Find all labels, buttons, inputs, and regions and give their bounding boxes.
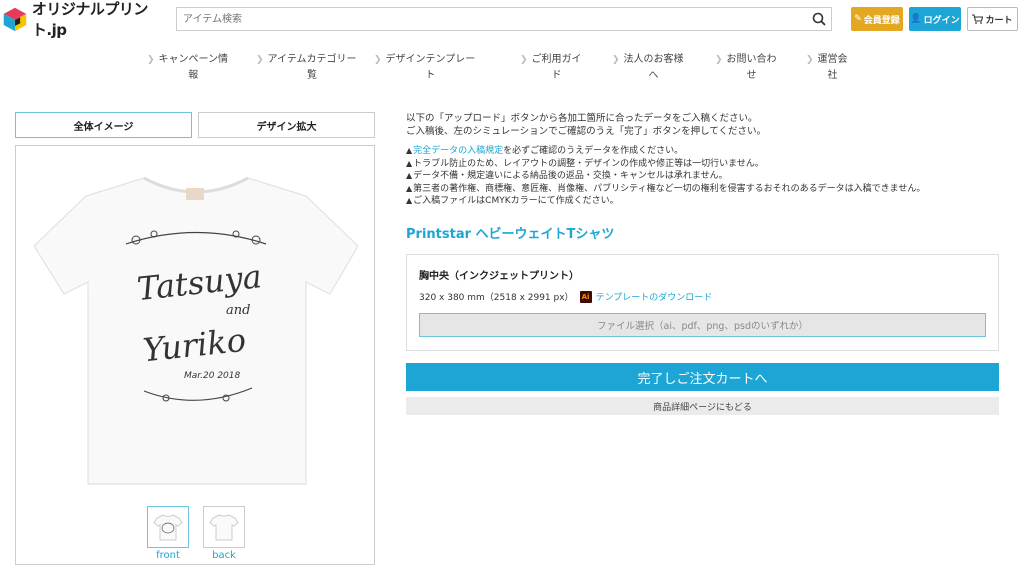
- nav-label: 覧: [307, 70, 318, 81]
- nav-label: 報: [188, 70, 199, 81]
- back-to-product-button[interactable]: 商品詳細ページにもどる: [406, 397, 999, 415]
- template-download-link[interactable]: テンプレートのダウンロード: [596, 290, 713, 303]
- nav-item-category[interactable]: ❯ アイテムカテゴリー覧: [256, 52, 357, 84]
- nav-label: デザインテンプレー: [385, 54, 476, 65]
- complete-order-cart-button[interactable]: 完了しご注文カートへ: [406, 363, 999, 391]
- note-item: ▲データ不備・規定違いによる納品後の返品・交換・キャンセルは承れません。: [406, 170, 925, 183]
- illustrator-icon: Ai: [579, 290, 592, 303]
- cart-button[interactable]: カート: [967, 7, 1018, 31]
- search-input[interactable]: [177, 8, 807, 30]
- nav-label: 法人のお客様: [623, 54, 684, 65]
- chevron-down-icon: ❯: [612, 55, 620, 65]
- warning-icon: ▲: [406, 146, 413, 155]
- chevron-down-icon: ❯: [374, 55, 382, 65]
- thumb-back-label: back: [212, 550, 236, 561]
- warning-icon: ▲: [406, 183, 413, 193]
- print-location-title: 胸中央（インクジェットプリント）: [419, 271, 579, 282]
- note-item: ▲完全データの入稿規定を必ずご確認のうえデータを作成ください。: [406, 145, 925, 158]
- warning-notes: ▲完全データの入稿規定を必ずご確認のうえデータを作成ください。 ▲トラブル防止の…: [406, 145, 925, 208]
- chevron-down-icon: ❯: [147, 55, 155, 65]
- main-nav: ❯ キャンペーン情報 ❯ アイテムカテゴリー覧 ❯ デザインテンプレート ❯ ご…: [0, 48, 1024, 88]
- note-item: ▲第三者の著作権、商標権、意匠権、肖像権、パブリシティ権など一切の権利を侵害する…: [406, 183, 925, 196]
- product-title: Printstar ヘビーウェイトTシャツ: [406, 227, 615, 242]
- print-size-row: 320 x 380 mm（2518 x 2991 px） Ai テンプレートのダ…: [419, 290, 712, 303]
- chevron-down-icon: ❯: [715, 55, 723, 65]
- nav-label: 運営会: [817, 54, 848, 65]
- note-item: ▲トラブル防止のため、レイアウトの調整・デザインの作成や修正等は一切行いません。: [406, 158, 925, 171]
- note-text: データ不備・規定違いによる納品後の返品・交換・キャンセルは承れません。: [413, 171, 728, 181]
- search-button[interactable]: [807, 8, 831, 30]
- tab-full-image[interactable]: 全体イメージ: [15, 112, 192, 138]
- tshirt-thumb-icon: [153, 514, 183, 541]
- nav-label: ト: [425, 70, 436, 81]
- cart-icon: [972, 14, 984, 24]
- chevron-down-icon: ❯: [520, 55, 528, 65]
- nav-item-campaign[interactable]: ❯ キャンペーン情報: [147, 52, 228, 84]
- nav-label: せ: [746, 70, 757, 81]
- nav-item-corporate[interactable]: ❯ 法人のお客様へ: [612, 52, 684, 84]
- cart-label: カート: [985, 15, 1013, 26]
- site-logo[interactable]: オリジナルプリント.jp: [2, 0, 162, 39]
- file-select-button[interactable]: ファイル選択（ai、pdf、png、psdのいずれか）: [419, 313, 986, 337]
- thumb-back-image: [203, 506, 245, 548]
- nav-label: アイテムカテゴリー: [267, 54, 357, 65]
- chevron-down-icon: ❯: [806, 55, 814, 65]
- print-location-panel: 胸中央（インクジェットプリント） 320 x 380 mm（2518 x 299…: [406, 254, 999, 351]
- nav-label: ド: [551, 70, 562, 81]
- user-icon: 👤: [910, 14, 922, 24]
- chevron-down-icon: ❯: [256, 55, 264, 65]
- search-bar: [176, 7, 832, 31]
- header: オリジナルプリント.jp ✎ 会員登録 👤 ログイン カート: [0, 0, 1024, 40]
- thumb-back[interactable]: back: [202, 506, 246, 564]
- upload-instructions: 以下の「アップロード」ボタンから各加工箇所に合ったデータをご入稿ください。 ご入…: [406, 112, 766, 138]
- login-label: ログイン: [923, 15, 960, 26]
- thumb-front-label: front: [156, 550, 180, 561]
- note-text: ご入稿ファイルはCMYKカラーにて作成ください。: [413, 196, 619, 206]
- print-size-text: 320 x 380 mm（2518 x 2991 px）: [419, 293, 574, 303]
- intro-line: ご入稿後、左のシミュレーションでご確認のうえ「完了」ボタンを押してください。: [406, 126, 767, 137]
- warning-icon: ▲: [406, 171, 413, 180]
- nav-item-contact[interactable]: ❯ お問い合わせ: [715, 52, 777, 84]
- thumb-front-image: [147, 506, 189, 548]
- nav-label: ご利用ガイ: [531, 54, 582, 65]
- warning-icon: ▲: [406, 196, 413, 205]
- nav-label: キャンペーン情: [158, 54, 229, 65]
- thumb-front[interactable]: front: [146, 506, 190, 564]
- design-and: and: [226, 303, 250, 318]
- nav-item-company[interactable]: ❯ 運営会社: [806, 52, 848, 84]
- nav-label: 社: [827, 70, 838, 81]
- member-register-label: 会員登録: [863, 15, 900, 26]
- note-text: 第三者の著作権、商標権、意匠権、肖像権、パブリシティ権など一切の権利を侵害するお…: [413, 183, 926, 194]
- intro-line: 以下の「アップロード」ボタンから各加工箇所に合ったデータをご入稿ください。: [406, 113, 758, 124]
- note-text: トラブル防止のため、レイアウトの調整・デザインの作成や修正等は一切行いません。: [413, 158, 764, 169]
- warning-icon: ▲: [406, 158, 413, 168]
- note-text: を必ずご確認のうえデータを作成ください。: [503, 146, 684, 156]
- logo-text: オリジナルプリント.jp: [31, 0, 149, 39]
- tshirt-back-thumb-icon: [209, 514, 239, 541]
- logo-cube-icon: [3, 7, 27, 32]
- nav-label: へ: [648, 70, 659, 81]
- search-icon: [812, 12, 826, 26]
- nav-item-guide[interactable]: ❯ ご利用ガイド: [520, 52, 582, 84]
- submission-rules-link[interactable]: 完全データの入稿規定: [413, 146, 503, 156]
- member-register-button[interactable]: ✎ 会員登録: [851, 7, 903, 31]
- note-item: ▲ご入稿ファイルはCMYKカラーにて作成ください。: [406, 195, 925, 208]
- product-preview: Tatsuya and Yuriko Mar.20 2018 front bac…: [15, 145, 375, 565]
- nav-label: お問い合わ: [726, 54, 777, 65]
- design-date: Mar.20 2018: [184, 371, 241, 381]
- pencil-icon: ✎: [854, 14, 862, 24]
- tab-design-zoom[interactable]: デザイン拡大: [198, 112, 375, 138]
- nav-item-template[interactable]: ❯ デザインテンプレート: [374, 52, 475, 84]
- login-button[interactable]: 👤 ログイン: [909, 7, 961, 31]
- tshirt-front-image: Tatsuya and Yuriko Mar.20 2018: [33, 176, 359, 485]
